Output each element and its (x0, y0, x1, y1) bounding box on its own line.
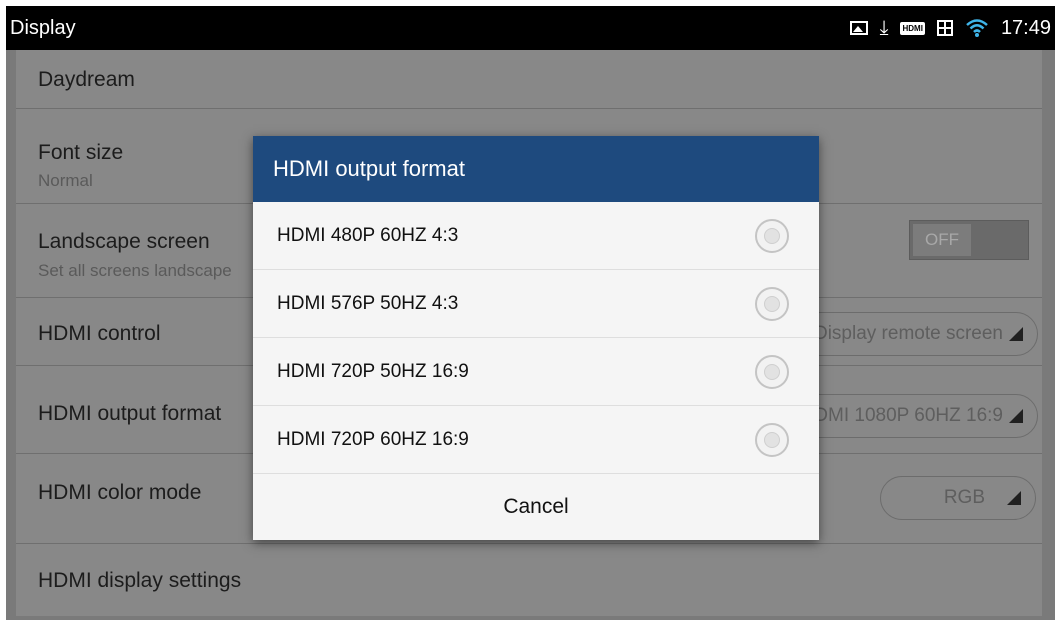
hdmi-icon: HDMI (900, 21, 925, 35)
radio-button[interactable] (755, 423, 789, 457)
option-720p-60hz[interactable]: HDMI 720P 60HZ 16:9 (253, 406, 819, 474)
radio-button[interactable] (755, 287, 789, 321)
setting-label: Daydream (38, 68, 135, 91)
cancel-button[interactable]: Cancel (253, 474, 819, 539)
hdmi-output-format-dialog: HDMI output format HDMI 480P 60HZ 4:3 HD… (253, 136, 819, 540)
radio-button[interactable] (755, 355, 789, 389)
status-icons: ⤓ HDMI 17:49 (849, 6, 1051, 50)
setting-label: HDMI output format (38, 402, 222, 425)
setting-label: HDMI display settings (38, 569, 242, 592)
dropdown-arrow-icon (1009, 327, 1023, 341)
setting-label: HDMI control (38, 322, 161, 345)
setting-label: Font size (38, 141, 124, 164)
dropdown-value: HDMI 1080P 60HZ 16:9 (800, 405, 1003, 426)
wifi-icon (966, 19, 988, 37)
setting-label: Landscape screen (38, 230, 210, 253)
status-bar: Display ⤓ HDMI 17:49 (6, 6, 1055, 50)
dropdown-value: RGB (943, 487, 985, 508)
option-label: HDMI 720P 50HZ 16:9 (277, 360, 469, 382)
dropdown-arrow-icon (1007, 491, 1021, 505)
setting-hdmi-display-settings[interactable]: HDMI display settings (16, 544, 1042, 616)
setting-sub: Set all screens landscape (38, 261, 232, 280)
setting-label: HDMI color mode (38, 481, 202, 504)
option-480p-60hz[interactable]: HDMI 480P 60HZ 4:3 (253, 202, 819, 270)
clock: 17:49 (1000, 16, 1051, 39)
setting-daydream[interactable]: Daydream (16, 50, 1042, 109)
screen-title: Display (10, 16, 76, 39)
hdmi-color-dropdown[interactable]: RGB (880, 476, 1036, 520)
setting-value: Normal (38, 171, 93, 190)
download-icon: ⤓ (879, 17, 889, 39)
option-label: HDMI 480P 60HZ 4:3 (277, 224, 459, 246)
option-576p-50hz[interactable]: HDMI 576P 50HZ 4:3 (253, 270, 819, 338)
dropdown-arrow-icon (1009, 409, 1023, 423)
option-720p-50hz[interactable]: HDMI 720P 50HZ 16:9 (253, 338, 819, 406)
radio-button[interactable] (755, 219, 789, 253)
toggle-label: OFF (913, 224, 971, 256)
option-label: HDMI 720P 60HZ 16:9 (277, 428, 469, 450)
dropdown-value: Display remote screen (813, 323, 1003, 344)
dialog-title: HDMI output format (253, 136, 819, 202)
landscape-toggle[interactable]: OFF (909, 220, 1029, 260)
option-label: HDMI 576P 50HZ 4:3 (277, 292, 459, 314)
sim-card-icon (936, 20, 953, 36)
image-icon (849, 21, 868, 35)
